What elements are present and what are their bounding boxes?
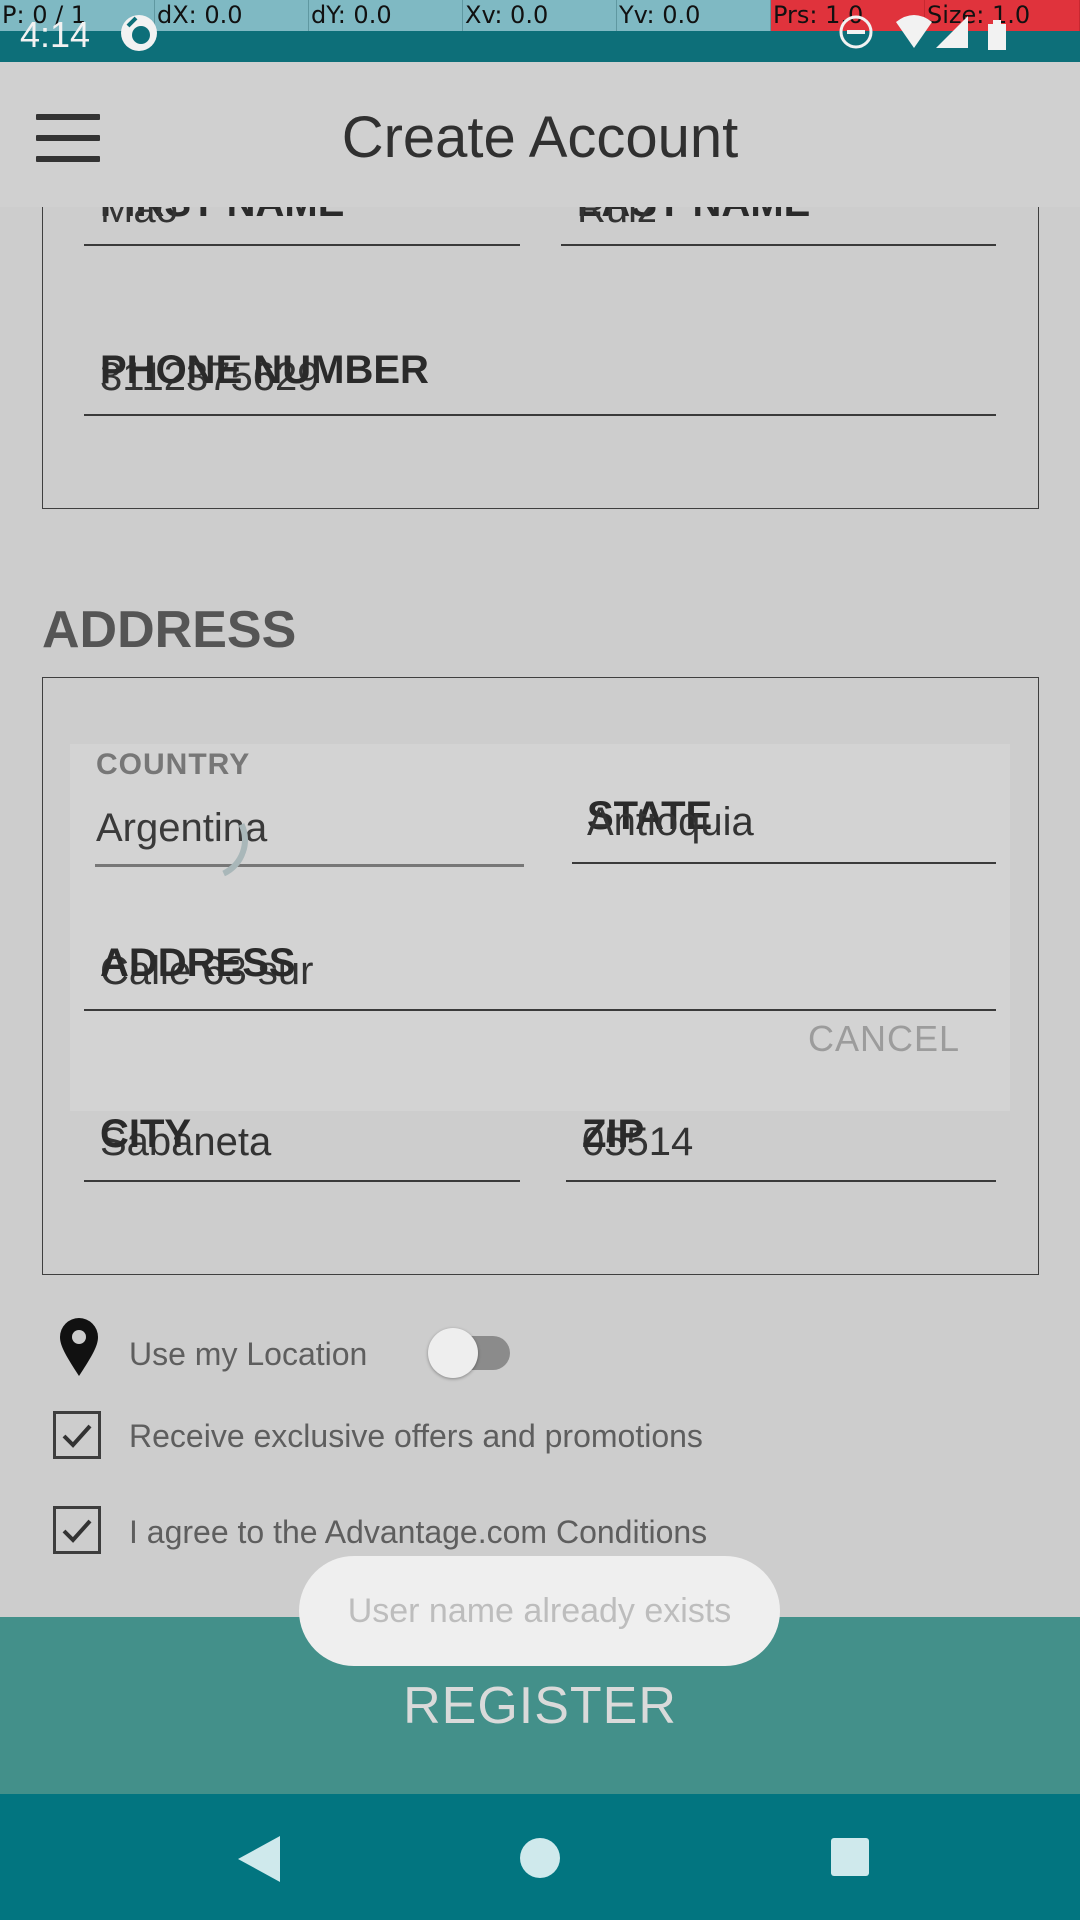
debug-xv: Xv: 0.0 — [463, 0, 617, 31]
state-value: Antioquia — [587, 800, 754, 844]
register-button-label: REGISTER — [403, 1677, 677, 1735]
toggle-thumb — [428, 1328, 478, 1378]
page-title: Create Account — [341, 105, 739, 170]
city-field[interactable]: Sabaneta CITY — [84, 1108, 520, 1180]
first-name-underline — [84, 244, 520, 246]
first-name-field[interactable]: FIRST NAME Mao — [84, 207, 524, 247]
last-name-value: Ruiz — [577, 207, 658, 231]
zip-underline — [566, 1180, 996, 1182]
zip-label: ZIP — [582, 1112, 645, 1156]
address-label: ADDRESS — [100, 941, 296, 985]
use-location-label: Use my Location — [129, 1336, 368, 1372]
address-field[interactable]: Calle 63 sur ADDRESS — [84, 935, 996, 1009]
debug-dy: dY: 0.0 — [309, 0, 463, 31]
home-icon[interactable] — [518, 1836, 562, 1880]
phone-number-field[interactable]: 3112375629 PHONE NUMBER — [84, 340, 996, 414]
last-name-field[interactable]: LAST NAME Ruiz — [561, 207, 1001, 247]
offers-label: Receive exclusive offers and promotions — [129, 1418, 703, 1454]
address-underline — [84, 1009, 996, 1011]
cellular-signal-icon — [936, 16, 968, 48]
sync-app-icon — [121, 15, 157, 51]
wifi-icon — [896, 15, 932, 48]
city-label: CITY — [100, 1112, 192, 1156]
checkmark-icon — [62, 1424, 92, 1448]
country-underline — [95, 864, 524, 867]
debug-dx: dX: 0.0 — [155, 0, 309, 31]
status-clock: 4:14 — [20, 14, 91, 55]
phone-number-label: PHONE NUMBER — [100, 348, 429, 392]
state-underline — [572, 862, 996, 864]
do-not-disturb-icon — [839, 15, 873, 49]
recents-icon[interactable] — [829, 1836, 871, 1878]
checkmark-icon — [62, 1519, 92, 1543]
back-icon[interactable] — [234, 1834, 282, 1884]
agree-conditions-label: I agree to the Advantage.com Conditions — [129, 1514, 708, 1550]
city-underline — [84, 1180, 520, 1182]
agree-conditions-checkbox[interactable] — [53, 1506, 101, 1554]
debug-yv: Yv: 0.0 — [617, 0, 771, 31]
battery-icon — [988, 20, 1006, 50]
state-field[interactable]: STATE Antioquia — [572, 790, 996, 862]
cancel-button[interactable]: CANCEL — [808, 1018, 960, 1060]
location-pin-icon — [60, 1318, 98, 1376]
first-name-value: Mao — [100, 207, 178, 231]
last-name-underline — [561, 244, 996, 246]
address-section-title: ADDRESS — [42, 601, 297, 659]
country-label: COUNTRY — [96, 748, 251, 781]
offers-checkbox[interactable] — [53, 1411, 101, 1459]
toast-message: User name already exists — [299, 1556, 780, 1666]
phone-number-underline — [84, 414, 996, 416]
zip-field[interactable]: 05514 ZIP — [566, 1108, 996, 1180]
